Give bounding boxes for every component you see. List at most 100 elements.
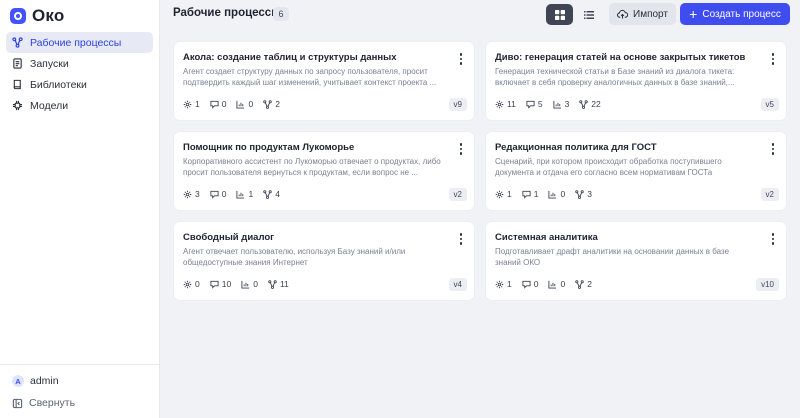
list-view-button[interactable] (575, 4, 602, 25)
more-icon[interactable] (768, 142, 778, 156)
gear-icon (495, 280, 504, 289)
chart-icon (241, 280, 250, 289)
workflow-card[interactable]: Диво: генерация статей на основе закрыты… (486, 42, 786, 120)
stat-value: 1 (507, 189, 512, 199)
cloud-upload-icon (617, 9, 629, 20)
version-badge: v10 (756, 278, 779, 291)
card-title: Системная аналитика (495, 232, 598, 243)
chart-icon (548, 280, 557, 289)
sidebar-item-label: Модели (30, 99, 69, 112)
stat-branches: 2 (263, 99, 280, 109)
branch-icon (575, 279, 584, 289)
gear-icon (495, 190, 504, 199)
stat-value: 0 (248, 99, 254, 109)
stat-prompts: 0 (210, 189, 226, 199)
card-description: Сценарий, при котором происходит обработ… (495, 157, 722, 177)
import-button[interactable]: Импорт (609, 3, 676, 25)
stat-value: 2 (275, 99, 280, 109)
list-icon (583, 9, 595, 21)
chat-icon (210, 190, 219, 199)
stat-value: 0 (253, 279, 258, 289)
gear-icon (183, 280, 192, 289)
stat-agents: 1 (495, 279, 512, 289)
sidebar-item-label: Библиотеки (30, 78, 87, 91)
stat-metrics: 0 (548, 279, 565, 289)
chart-icon (548, 190, 557, 199)
collapse-label: Свернуть (29, 397, 76, 409)
stat-value: 1 (507, 279, 512, 289)
branch-icon (263, 189, 272, 199)
book-icon (12, 79, 23, 90)
import-label: Импорт (633, 8, 668, 20)
model-icon (12, 100, 23, 111)
stat-value: 3 (564, 99, 570, 109)
stat-value: 3 (195, 189, 200, 199)
workflow-card[interactable]: Свободный диалог Агент отвечает пользова… (174, 222, 474, 300)
branch-icon (579, 99, 589, 109)
stat-value: 1 (195, 99, 200, 109)
sidebar-item-label: Запуски (30, 57, 69, 70)
view-toggle (546, 4, 602, 25)
stat-value: 11 (507, 99, 516, 109)
workflow-card[interactable]: Редакционная политика для ГОСТ Сценарий,… (486, 132, 786, 210)
stat-branches: 11 (268, 279, 289, 289)
username: admin (30, 375, 59, 387)
more-icon[interactable] (456, 232, 466, 246)
chart-icon (236, 100, 245, 109)
card-title: Акола: создание таблиц и структуры данны… (183, 52, 397, 63)
more-icon[interactable] (768, 232, 778, 246)
app-name: Око (32, 6, 65, 25)
version-badge: v9 (448, 98, 467, 111)
stat-branches: 3 (575, 189, 592, 199)
stat-prompts: 5 (526, 99, 543, 109)
stat-value: 0 (560, 279, 566, 289)
card-title: Диво: генерация статей на основе закрыты… (495, 52, 746, 63)
stat-metrics: 3 (553, 99, 570, 109)
card-stats: 1 0 0 2 (183, 99, 280, 109)
stat-agents: 3 (183, 189, 200, 199)
chat-icon (210, 100, 219, 109)
card-stats: 0 10 0 11 (183, 279, 289, 289)
branch-icon (263, 99, 272, 109)
stat-value: 0 (195, 279, 200, 289)
brand[interactable]: Око (10, 6, 65, 26)
chat-icon (210, 280, 219, 289)
stat-value: 1 (248, 189, 254, 199)
more-icon[interactable] (456, 52, 466, 66)
sidebar-item-libraries[interactable]: Библиотеки (6, 74, 153, 95)
collapse-icon (12, 398, 23, 409)
gear-icon (183, 100, 192, 109)
stat-agents: 11 (495, 99, 516, 109)
card-stats: 1 0 0 2 (495, 279, 592, 289)
more-icon[interactable] (456, 142, 466, 156)
chat-icon (522, 280, 531, 289)
sidebar-item-runs[interactable]: Запуски (6, 53, 153, 74)
stat-value: 5 (537, 99, 543, 109)
workflow-card[interactable]: Системная аналитика Подготавливает драфт… (486, 222, 786, 300)
collapse-sidebar-button[interactable]: Свернуть (0, 393, 160, 413)
stat-branches: 22 (579, 99, 601, 109)
stat-prompts: 10 (210, 279, 231, 289)
stat-agents: 1 (495, 189, 512, 199)
sidebar-item-models[interactable]: Модели (6, 95, 153, 116)
more-icon[interactable] (768, 52, 778, 66)
workflow-card[interactable]: Акола: создание таблиц и структуры данны… (174, 42, 474, 120)
sidebar: Око Рабочие процессы Запуски Библиотеки … (0, 0, 160, 418)
version-badge: v4 (448, 278, 467, 291)
avatar: A (12, 375, 24, 387)
logo-icon (10, 8, 26, 24)
sidebar-item-workflows[interactable]: Рабочие процессы (6, 32, 153, 53)
create-process-button[interactable]: + Создать процесс (680, 3, 790, 25)
card-title: Свободный диалог (183, 232, 275, 243)
user-menu[interactable]: A admin (0, 371, 160, 391)
plus-icon: + (689, 5, 698, 22)
card-title: Редакционная политика для ГОСТ (495, 142, 657, 153)
sidebar-footer: A admin Свернуть (0, 364, 160, 418)
stat-value: 22 (591, 99, 601, 109)
stat-value: 10 (221, 279, 232, 289)
workflow-card[interactable]: Помощник по продуктам Лукоморье Корпорат… (174, 132, 474, 210)
version-badge: v2 (448, 188, 467, 201)
version-badge: v2 (760, 188, 779, 201)
grid-view-button[interactable] (546, 4, 573, 25)
stat-metrics: 1 (236, 189, 253, 199)
